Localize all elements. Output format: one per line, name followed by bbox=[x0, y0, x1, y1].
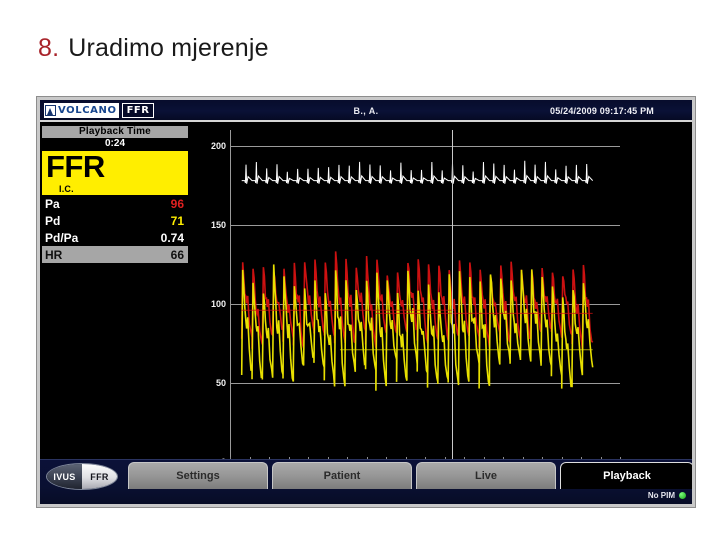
metric-value-pa: 96 bbox=[170, 196, 184, 211]
tab-settings[interactable]: Settings bbox=[128, 462, 268, 489]
metric-label-pa: Pa bbox=[45, 196, 60, 211]
metric-row-pa: Pa 96 bbox=[42, 195, 188, 212]
pim-status: No PIM bbox=[648, 491, 686, 500]
y-axis-tick-label: 100 bbox=[210, 298, 226, 309]
mode-toggle-ivus[interactable]: IVUS bbox=[47, 464, 82, 489]
pressure-waveform-chart: 050100150200 bbox=[190, 126, 628, 486]
tab-patient[interactable]: Patient bbox=[272, 462, 412, 489]
tab-playback[interactable]: Playback bbox=[560, 462, 692, 489]
metric-value-pdpa: 0.74 bbox=[160, 230, 184, 245]
y-axis-tick-label: 50 bbox=[215, 377, 226, 388]
metric-label-hr: HR bbox=[45, 247, 63, 262]
plot-area: 050100150200 bbox=[211, 130, 621, 467]
pim-status-label: No PIM bbox=[647, 491, 675, 500]
bottom-tab-bar: IVUS FFR Settings Patient Live Playback … bbox=[40, 459, 692, 504]
metric-row-pdpa: Pd/Pa 0.74 bbox=[42, 229, 188, 246]
metric-value-pd: 71 bbox=[170, 213, 184, 228]
metric-value-hr: 66 bbox=[170, 247, 184, 262]
pim-status-indicator-icon bbox=[679, 492, 686, 499]
ffr-label: FFR bbox=[46, 149, 105, 184]
device-screen: VOLCANO FFR B., A. 05/24/2009 09:17:45 P… bbox=[36, 96, 696, 508]
chart-cursor-line[interactable] bbox=[452, 130, 454, 462]
metric-row-hr: HR 66 bbox=[42, 246, 188, 263]
page-title-number: 8. bbox=[38, 34, 60, 62]
y-axis-tick-label: 200 bbox=[210, 140, 226, 151]
device-screen-inner: VOLCANO FFR B., A. 05/24/2009 09:17:45 P… bbox=[40, 100, 692, 504]
metric-label-pd: Pd bbox=[45, 213, 61, 228]
page-title-text: Uradimo mjerenje bbox=[68, 34, 269, 62]
header-datetime: 05/24/2009 09:17:45 PM bbox=[550, 106, 654, 116]
device-header: VOLCANO FFR B., A. 05/24/2009 09:17:45 P… bbox=[40, 100, 692, 122]
ivus-ffr-mode-toggle[interactable]: IVUS FFR bbox=[46, 463, 118, 490]
mode-toggle-ffr[interactable]: FFR bbox=[82, 464, 117, 489]
waveform-traces bbox=[230, 130, 620, 462]
metric-label-pdpa: Pd/Pa bbox=[45, 230, 79, 245]
page-title: 8. Uradimo mjerenje bbox=[38, 34, 269, 63]
ffr-readout-box: FFR I.C. bbox=[42, 149, 188, 195]
playback-time-title: Playback Time bbox=[42, 126, 188, 138]
measurement-panel: Playback Time 0:24 FFR I.C. Pa 96 Pd 71 … bbox=[42, 126, 188, 263]
tab-live[interactable]: Live bbox=[416, 462, 556, 489]
metric-row-pd: Pd 71 bbox=[42, 212, 188, 229]
ffr-sublabel: I.C. bbox=[59, 184, 74, 194]
y-axis-tick-label: 150 bbox=[210, 219, 226, 230]
